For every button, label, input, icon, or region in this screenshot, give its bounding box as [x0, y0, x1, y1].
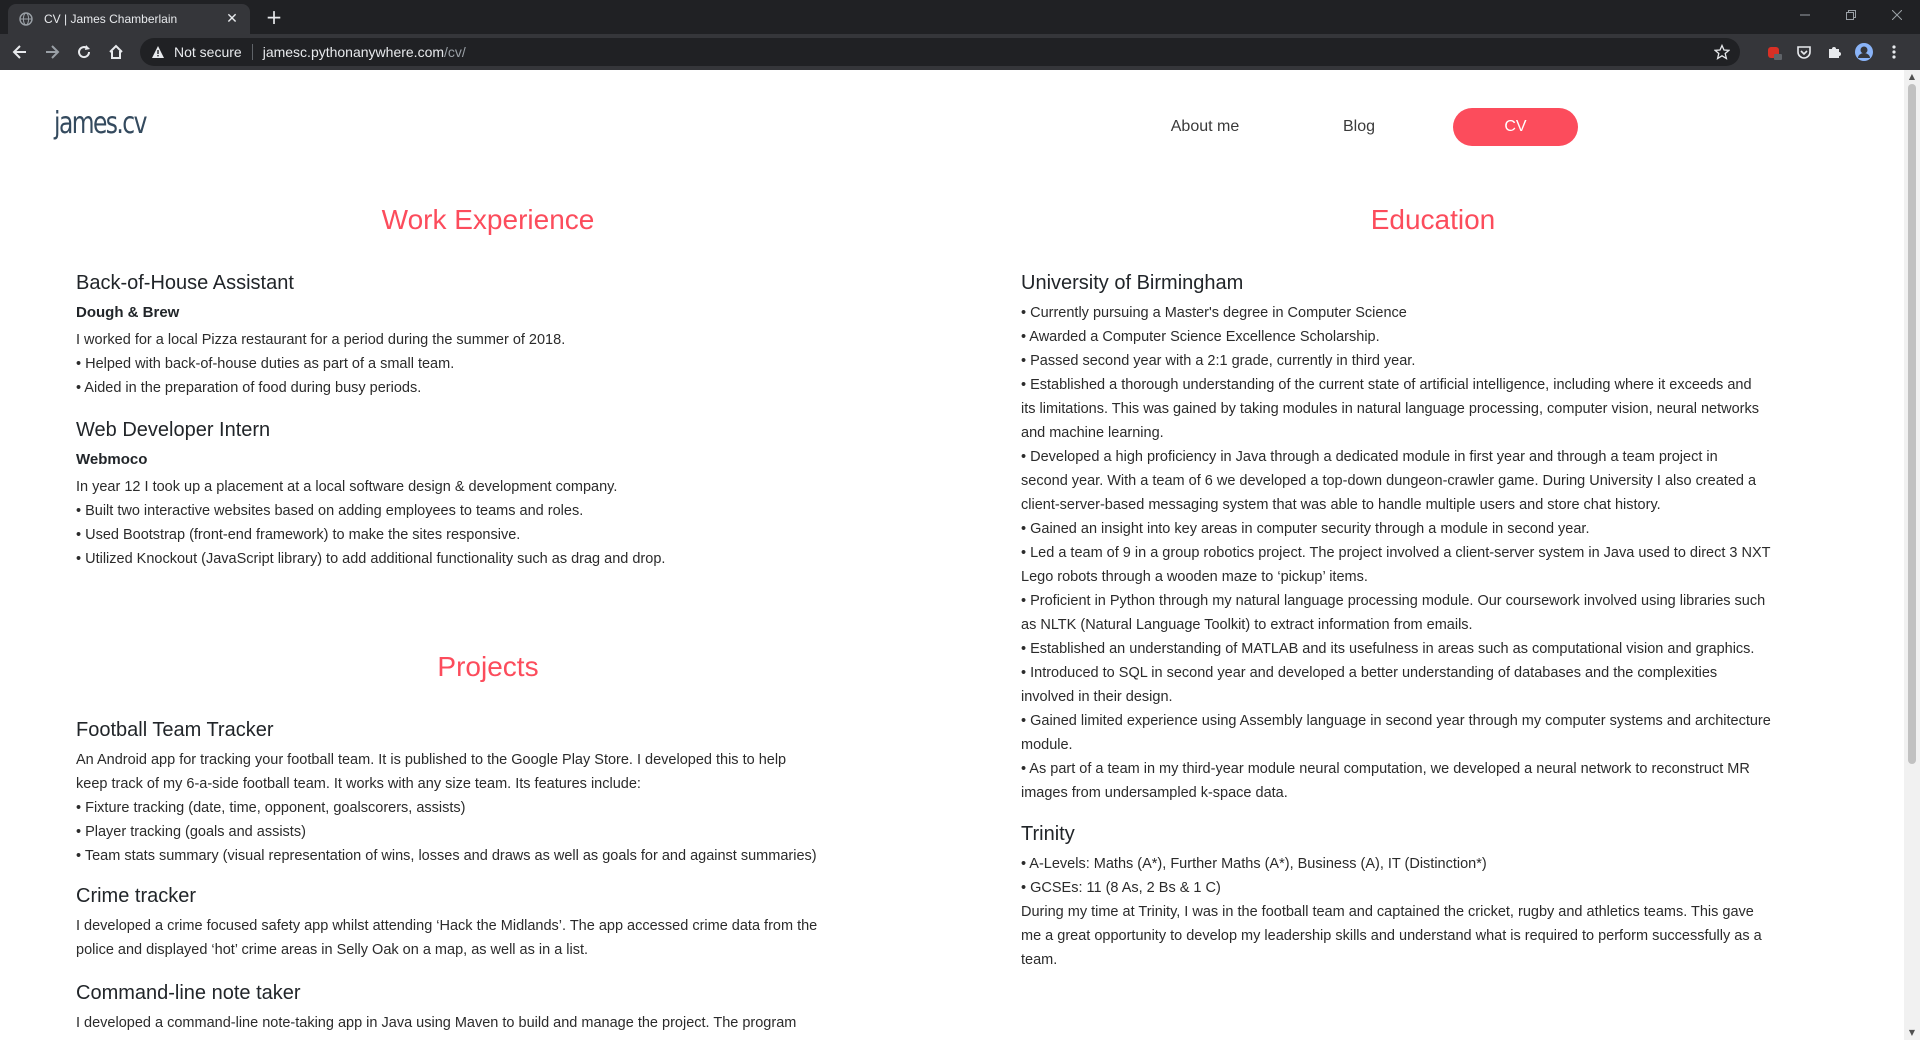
text-line: • Currently pursuing a Master's degree i…	[1021, 305, 1407, 321]
text-line: involved in their design.	[1021, 689, 1173, 705]
site-logo[interactable]: james.cv	[54, 106, 147, 141]
project-title: Command-line note taker	[76, 982, 301, 1004]
project-description: I developed a command-line note-taking a…	[76, 1011, 796, 1035]
job-title: Back-of-House Assistant	[76, 272, 294, 294]
text-line: During my time at Trinity, I was in the …	[1021, 904, 1754, 920]
browser-tab-strip: CV | James Chamberlain ✕ +	[0, 0, 1920, 34]
text-line: • Helped with back-of-house duties as pa…	[76, 356, 455, 372]
scroll-thumb[interactable]	[1908, 84, 1916, 764]
text-line: • Developed a high proficiency in Java t…	[1021, 449, 1718, 465]
scroll-down-arrow-icon[interactable]: ▼	[1908, 1029, 1916, 1037]
url-host: jamesc.pythonanywhere.com	[262, 44, 445, 60]
nav-about-me[interactable]: About me	[1146, 108, 1264, 146]
restore-icon[interactable]	[1828, 0, 1874, 30]
security-label: Not secure	[174, 44, 242, 60]
globe-icon	[18, 11, 34, 27]
text-line: • Fixture tracking (date, time, opponent…	[76, 800, 466, 816]
text-line: team.	[1021, 952, 1058, 968]
extensions-puzzle-icon[interactable]	[1824, 42, 1844, 62]
text-line: • Player tracking (goals and assists)	[76, 824, 306, 840]
text-line: • Established a thorough understanding o…	[1021, 377, 1752, 393]
text-line: • Built two interactive websites based o…	[76, 503, 584, 519]
new-tab-button[interactable]: +	[262, 5, 286, 29]
back-arrow-icon[interactable]	[6, 38, 34, 66]
text-line: as NLTK (Natural Language Toolkit) to ex…	[1021, 617, 1473, 633]
job-description: In year 12 I took up a placement at a lo…	[76, 475, 665, 571]
nav-blog[interactable]: Blog	[1300, 108, 1418, 146]
text-line: me a great opportunity to develop my lea…	[1021, 928, 1762, 944]
page-content: james.cv About me Blog CV Work Experienc…	[0, 70, 1904, 1040]
text-line: • Introduced to SQL in second year and d…	[1021, 665, 1718, 681]
text-line: • Gained limited experience using Assemb…	[1021, 713, 1771, 729]
text-line: police and displayed ‘hot’ crime areas i…	[76, 942, 589, 958]
text-line: • Established an understanding of MATLAB…	[1021, 641, 1755, 657]
browser-tab[interactable]: CV | James Chamberlain ✕	[8, 4, 250, 34]
job-company: Webmoco	[76, 451, 148, 468]
school-title: Trinity	[1021, 823, 1075, 845]
text-line: • GCSEs: 11 (8 As, 2 Bs & 1 C)	[1021, 880, 1221, 896]
page-scrollbar[interactable]: ▲ ▼	[1904, 70, 1920, 1040]
window-controls	[1782, 0, 1920, 30]
project-description: An Android app for tracking your footbal…	[76, 748, 817, 868]
home-icon[interactable]	[102, 38, 130, 66]
browser-toolbar: Not secure jamesc.pythonanywhere.com/cv/	[0, 34, 1920, 70]
divider	[251, 44, 253, 60]
text-line: • Gained an insight into key areas in co…	[1021, 521, 1590, 537]
text-line: • Used Bootstrap (front-end framework) t…	[76, 527, 521, 543]
text-line: I developed a crime focused safety app w…	[76, 918, 818, 934]
minimize-icon[interactable]	[1782, 0, 1828, 30]
school-title: University of Birmingham	[1021, 272, 1244, 294]
text-line: • Proficient in Python through my natura…	[1021, 593, 1766, 609]
window-close-icon[interactable]	[1874, 0, 1920, 30]
extension-red-icon[interactable]	[1764, 42, 1784, 62]
job-description: I worked for a local Pizza restaurant fo…	[76, 328, 565, 400]
text-line: • Awarded a Computer Science Excellence …	[1021, 329, 1380, 345]
bookmark-star-icon[interactable]	[1713, 43, 1731, 60]
warning-icon[interactable]	[150, 44, 166, 60]
pocket-icon[interactable]	[1794, 42, 1814, 62]
address-bar[interactable]: Not secure jamesc.pythonanywhere.com/cv/	[140, 38, 1740, 66]
text-line: client-server-based messaging system tha…	[1021, 497, 1661, 513]
text-line: • Aided in the preparation of food durin…	[76, 380, 422, 396]
text-line: its limitations. This was gained by taki…	[1021, 401, 1760, 417]
text-line: I worked for a local Pizza restaurant fo…	[76, 332, 566, 348]
close-icon[interactable]: ✕	[224, 11, 240, 27]
project-description: I developed a crime focused safety app w…	[76, 914, 817, 962]
url-path: /cv/	[444, 44, 466, 60]
text-line: • Led a team of 9 in a group robotics pr…	[1021, 545, 1771, 561]
text-line: images from undersampled k-space data.	[1021, 785, 1288, 801]
text-line: Lego robots through a wooden maze to ‘pi…	[1021, 569, 1368, 585]
text-line: keep track of my 6-a-side football team.…	[76, 776, 641, 792]
text-line: • As part of a team in my third-year mod…	[1021, 761, 1750, 777]
reload-icon[interactable]	[70, 38, 98, 66]
job-title: Web Developer Intern	[76, 419, 271, 441]
text-line: I developed a command-line note-taking a…	[76, 1015, 797, 1031]
text-line: • Utilized Knockout (JavaScript library)…	[76, 551, 666, 567]
nav-cv[interactable]: CV	[1453, 108, 1578, 146]
text-line: In year 12 I took up a placement at a lo…	[76, 479, 618, 495]
text-line: An Android app for tracking your footbal…	[76, 752, 787, 768]
education-heading: Education	[1370, 204, 1496, 235]
tab-title: CV | James Chamberlain	[44, 12, 178, 26]
forward-arrow-icon[interactable]	[38, 38, 66, 66]
project-title: Football Team Tracker	[76, 719, 274, 741]
work-experience-heading: Work Experience	[381, 204, 595, 235]
text-line: • A-Levels: Maths (A*), Further Maths (A…	[1021, 856, 1487, 872]
text-line: • Team stats summary (visual representat…	[76, 848, 817, 864]
school-description: • Currently pursuing a Master's degree i…	[1021, 301, 1771, 805]
project-title: Crime tracker	[76, 885, 197, 907]
text-line: • Passed second year with a 2:1 grade, c…	[1021, 353, 1416, 369]
menu-kebab-icon[interactable]	[1884, 42, 1904, 62]
school-description: • A-Levels: Maths (A*), Further Maths (A…	[1021, 852, 1762, 972]
scroll-up-arrow-icon[interactable]: ▲	[1908, 73, 1916, 81]
text-line: module.	[1021, 737, 1073, 753]
text-line: and machine learning.	[1021, 425, 1164, 441]
text-line: second year. With a team of 6 we develop…	[1021, 473, 1757, 489]
profile-avatar-icon[interactable]	[1854, 42, 1874, 62]
projects-heading: Projects	[437, 651, 539, 682]
job-company: Dough & Brew	[76, 304, 180, 321]
